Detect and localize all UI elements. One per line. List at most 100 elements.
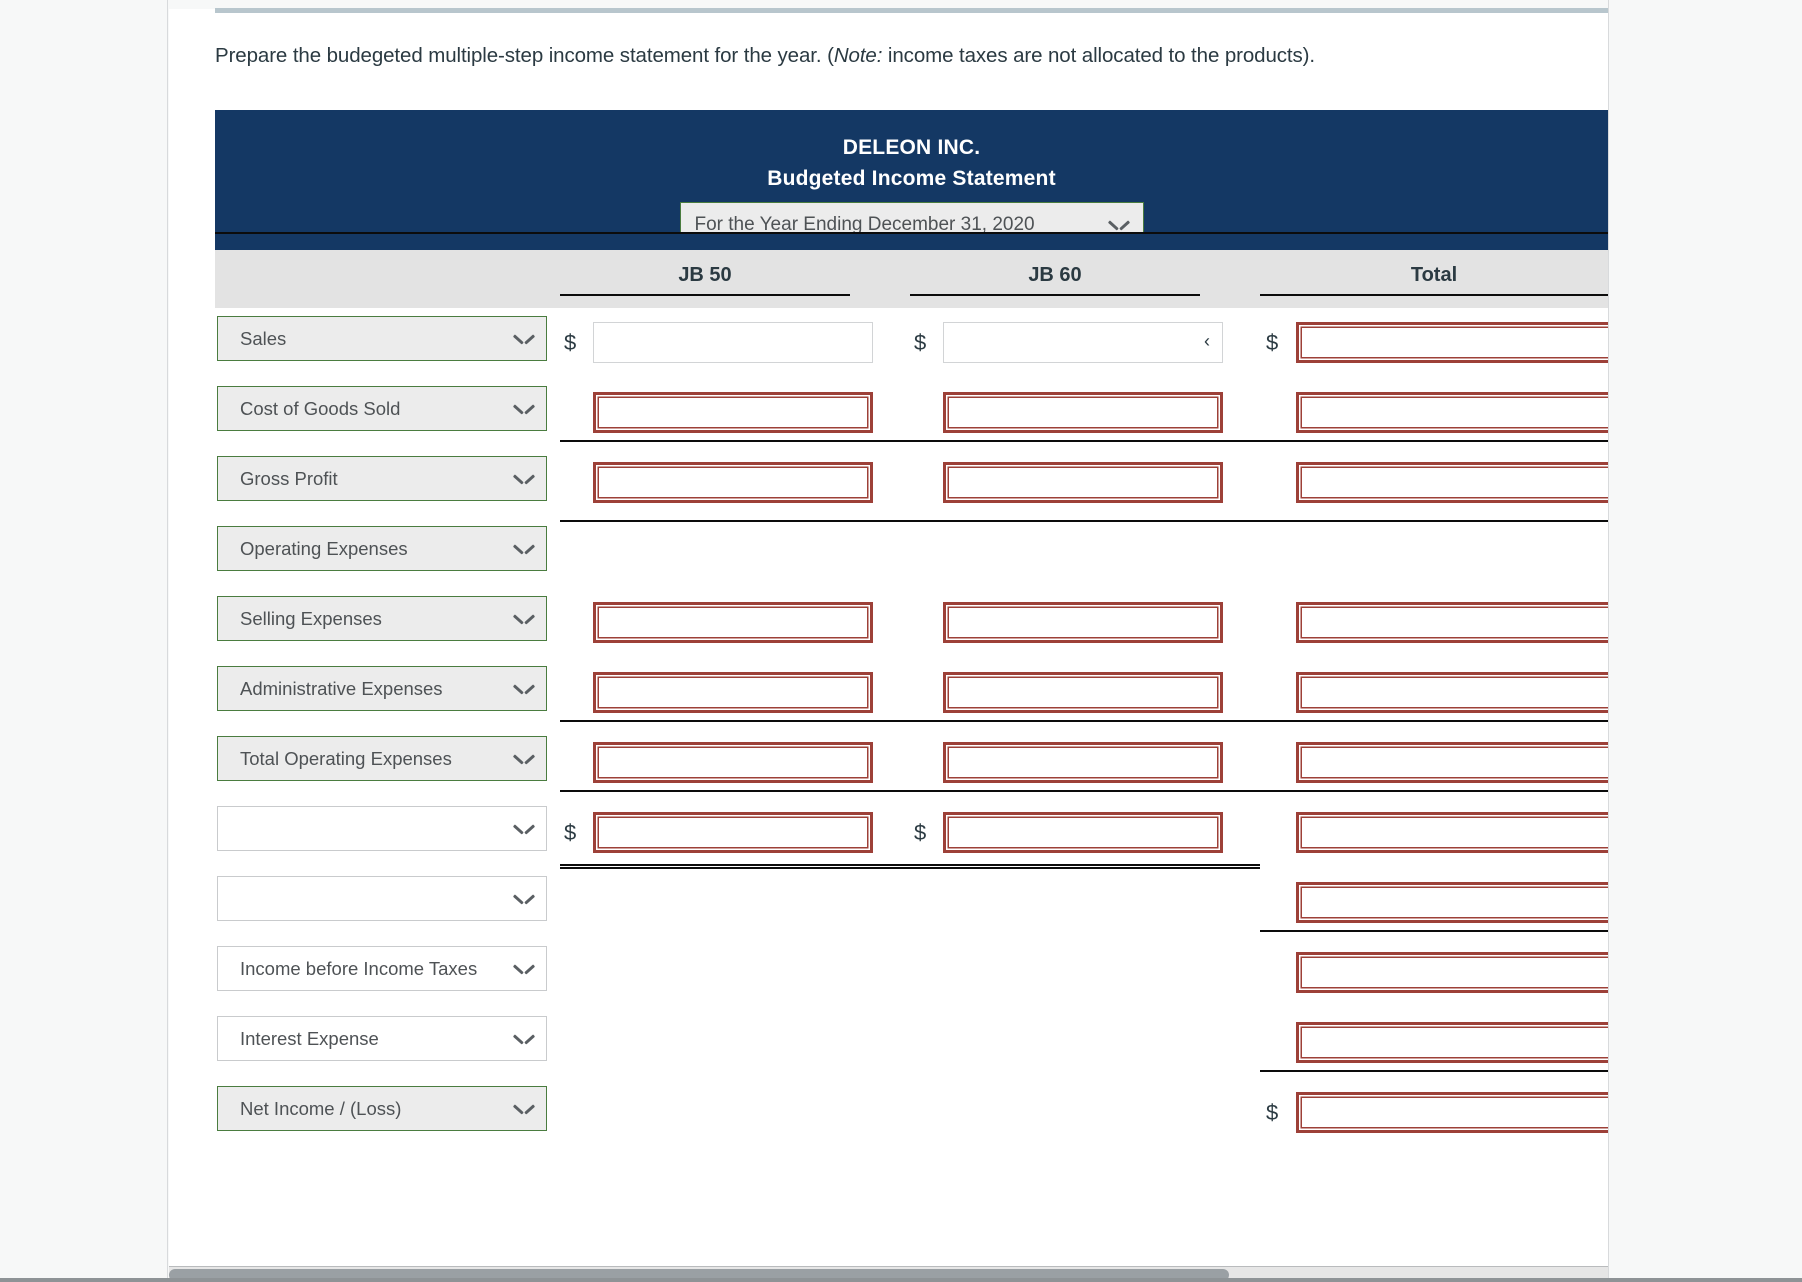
input-gross-profit-jb60[interactable] <box>943 462 1223 503</box>
table-row: Sales $ $ ‹ $ <box>215 308 1608 378</box>
input-sales-jb60[interactable]: ‹ <box>943 322 1223 363</box>
cell-cogs-jb60 <box>910 378 1260 448</box>
cell-admin-total <box>1260 658 1608 728</box>
input-sales-total[interactable] <box>1296 322 1608 363</box>
line-item-select-gross-profit[interactable]: Gross Profit <box>217 456 547 501</box>
chevron-down-icon <box>514 473 534 485</box>
currency-symbol: $ <box>914 820 927 845</box>
subtotal-rule <box>1260 1070 1608 1072</box>
cell-income-before-taxes-total <box>1260 938 1608 1008</box>
line-item-select-cost-of-goods-sold[interactable]: Cost of Goods Sold <box>217 386 547 431</box>
table-row: Total Operating Expenses <box>215 728 1608 798</box>
chevron-down-icon <box>514 823 534 835</box>
cell-row8-jb50: $ <box>560 798 910 868</box>
screenshot-viewport: Prepare the budegeted multiple-step inco… <box>0 0 1802 1282</box>
line-item-label: Income before Income Taxes <box>240 957 478 979</box>
input-selling-total[interactable] <box>1296 602 1608 643</box>
line-item-label: Net Income / (Loss) <box>240 1097 402 1119</box>
line-item-label: Cost of Goods Sold <box>240 397 401 419</box>
subtotal-rule <box>1260 930 1608 932</box>
subtotal-rule <box>560 790 910 792</box>
statement-body: Sales $ $ ‹ $ Cost of Goods Sold Gross P… <box>215 308 1608 1208</box>
input-row8-jb60[interactable] <box>943 812 1223 853</box>
input-admin-total[interactable] <box>1296 672 1608 713</box>
input-selling-jb50[interactable] <box>593 602 873 643</box>
line-item-select-administrative-expenses[interactable]: Administrative Expenses <box>217 666 547 711</box>
table-row: Selling Expenses <box>215 588 1608 658</box>
table-row: Interest Expense <box>215 1008 1608 1078</box>
subtotal-rule <box>560 720 910 722</box>
cell-row8-total <box>1260 798 1608 868</box>
column-header-total: Total <box>1260 264 1608 296</box>
input-total-opex-jb60[interactable] <box>943 742 1223 783</box>
chevron-down-icon <box>514 333 534 345</box>
cell-net-income-total: $ <box>1260 1078 1608 1148</box>
cell-interest-expense-total <box>1260 1008 1608 1078</box>
input-gross-profit-total[interactable] <box>1296 462 1608 503</box>
line-item-select-sales[interactable]: Sales <box>217 316 547 361</box>
cell-row9-total <box>1260 868 1608 938</box>
currency-symbol: $ <box>564 330 577 355</box>
line-item-label: Sales <box>240 327 287 349</box>
currency-symbol: $ <box>914 330 927 355</box>
line-item-select-income-before-income-taxes[interactable]: Income before Income Taxes <box>217 946 547 991</box>
input-selling-jb60[interactable] <box>943 602 1223 643</box>
line-item-label: Gross Profit <box>240 467 338 489</box>
input-admin-jb60[interactable] <box>943 672 1223 713</box>
cell-admin-jb60 <box>910 658 1260 728</box>
input-sales-jb50[interactable] <box>593 322 873 363</box>
chevron-down-icon <box>514 1103 534 1115</box>
subtotal-rule <box>910 790 1260 792</box>
cell-sales-jb50: $ <box>560 308 910 378</box>
line-item-select-net-income-loss[interactable]: Net Income / (Loss) <box>217 1086 547 1131</box>
cell-total-opex-jb50 <box>560 728 910 798</box>
subtotal-rule <box>560 440 910 442</box>
subtotal-rule <box>1260 720 1608 722</box>
chevron-down-icon <box>514 963 534 975</box>
company-name: DELEON INC. <box>842 136 981 159</box>
line-item-select-selling-expenses[interactable]: Selling Expenses <box>217 596 547 641</box>
line-item-select-interest-expense[interactable]: Interest Expense <box>217 1016 547 1061</box>
prompt-text-before: Prepare the budegeted multiple-step inco… <box>215 44 834 67</box>
table-row: Operating Expenses <box>215 518 1608 588</box>
input-row9-total[interactable] <box>1296 882 1608 923</box>
input-gross-profit-jb50[interactable] <box>593 462 873 503</box>
cell-admin-jb50 <box>560 658 910 728</box>
input-total-opex-total[interactable] <box>1296 742 1608 783</box>
subtotal-rule <box>910 720 1260 722</box>
cell-gross-profit-total <box>1260 448 1608 518</box>
chevron-down-icon <box>514 753 534 765</box>
currency-symbol: $ <box>1266 330 1279 355</box>
input-interest-expense-total[interactable] <box>1296 1022 1608 1063</box>
input-admin-jb50[interactable] <box>593 672 873 713</box>
cell-gross-profit-jb50 <box>560 448 910 518</box>
line-item-label: Administrative Expenses <box>240 677 443 699</box>
chevron-down-icon <box>514 613 534 625</box>
input-row8-total[interactable] <box>1296 812 1608 853</box>
input-row8-jb50[interactable] <box>593 812 873 853</box>
input-cogs-total[interactable] <box>1296 392 1608 433</box>
line-item-label: Selling Expenses <box>240 607 382 629</box>
input-income-before-taxes-total[interactable] <box>1296 952 1608 993</box>
input-cogs-jb60[interactable] <box>943 392 1223 433</box>
line-item-label: Interest Expense <box>240 1027 379 1049</box>
prompt-note-label: Note: <box>833 44 883 67</box>
input-net-income-total[interactable] <box>1296 1092 1608 1133</box>
table-row: Gross Profit <box>215 448 1608 518</box>
chevron-down-icon <box>514 403 534 415</box>
table-row: Cost of Goods Sold <box>215 378 1608 448</box>
cell-sales-total: $ <box>1260 308 1608 378</box>
cell-cogs-jb50 <box>560 378 910 448</box>
line-item-select-operating-expenses[interactable]: Operating Expenses <box>217 526 547 571</box>
chevron-down-icon <box>514 893 534 905</box>
chevron-down-icon <box>1109 219 1129 231</box>
input-cogs-jb50[interactable] <box>593 392 873 433</box>
table-row: Net Income / (Loss) $ <box>215 1078 1608 1148</box>
page-top-accent-strip <box>215 8 1608 13</box>
line-item-select-total-operating-expenses[interactable]: Total Operating Expenses <box>217 736 547 781</box>
line-item-select-blank-2[interactable] <box>217 876 547 921</box>
chevron-down-icon <box>514 1033 534 1045</box>
input-total-opex-jb50[interactable] <box>593 742 873 783</box>
line-item-select-blank-1[interactable] <box>217 806 547 851</box>
column-header-jb60: JB 60 <box>910 264 1200 296</box>
